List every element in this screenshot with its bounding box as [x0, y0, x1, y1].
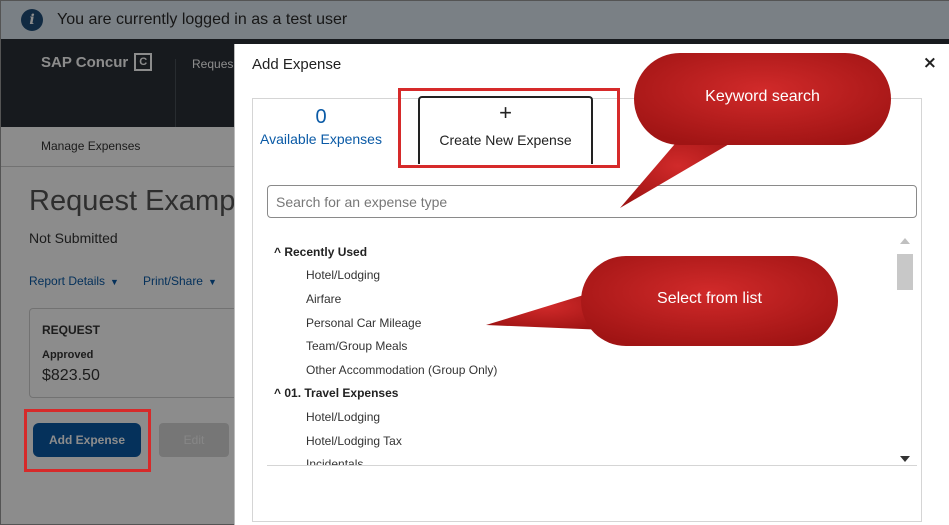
available-label: Available Expenses	[260, 131, 382, 147]
list-scrollbar[interactable]	[893, 230, 917, 465]
list-item[interactable]: Team/Group Meals	[267, 334, 893, 358]
expense-type-list-items: ^ Recently Used Hotel/Lodging Airfare Pe…	[267, 230, 893, 465]
scroll-up-arrow-icon[interactable]	[900, 238, 910, 244]
list-item[interactable]: Hotel/Lodging Tax	[267, 429, 893, 453]
scroll-thumb[interactable]	[897, 254, 913, 290]
list-item[interactable]: Personal Car Mileage	[267, 311, 893, 335]
select-from-list-label: Select from list	[657, 290, 762, 307]
list-item[interactable]: Incidentals	[267, 452, 893, 465]
list-group-header[interactable]: ^ Recently Used	[267, 240, 893, 264]
list-item[interactable]: Hotel/Lodging	[267, 405, 893, 429]
scroll-down-arrow-icon[interactable]	[900, 456, 910, 462]
list-item[interactable]: Other Accommodation (Group Only)	[267, 358, 893, 382]
tab-create-new-expense[interactable]: + Create New Expense	[418, 96, 593, 164]
modal-title: Add Expense	[252, 56, 342, 73]
keyword-search-label: Keyword search	[705, 88, 820, 105]
add-expense-modal: Add Expense × 0 Available Expenses + Cre…	[234, 44, 949, 525]
list-group-header[interactable]: ^ 01. Travel Expenses	[267, 382, 893, 406]
close-icon[interactable]: ×	[923, 53, 937, 73]
plus-icon: +	[499, 100, 512, 125]
list-item[interactable]: Hotel/Lodging	[267, 264, 893, 288]
available-count: 0	[315, 106, 327, 128]
tab-available-expenses[interactable]: 0 Available Expenses	[251, 104, 391, 162]
expense-type-list: ^ Recently Used Hotel/Lodging Airfare Pe…	[267, 230, 917, 466]
expense-type-search-input[interactable]	[267, 185, 917, 218]
create-label: Create New Expense	[439, 132, 572, 148]
